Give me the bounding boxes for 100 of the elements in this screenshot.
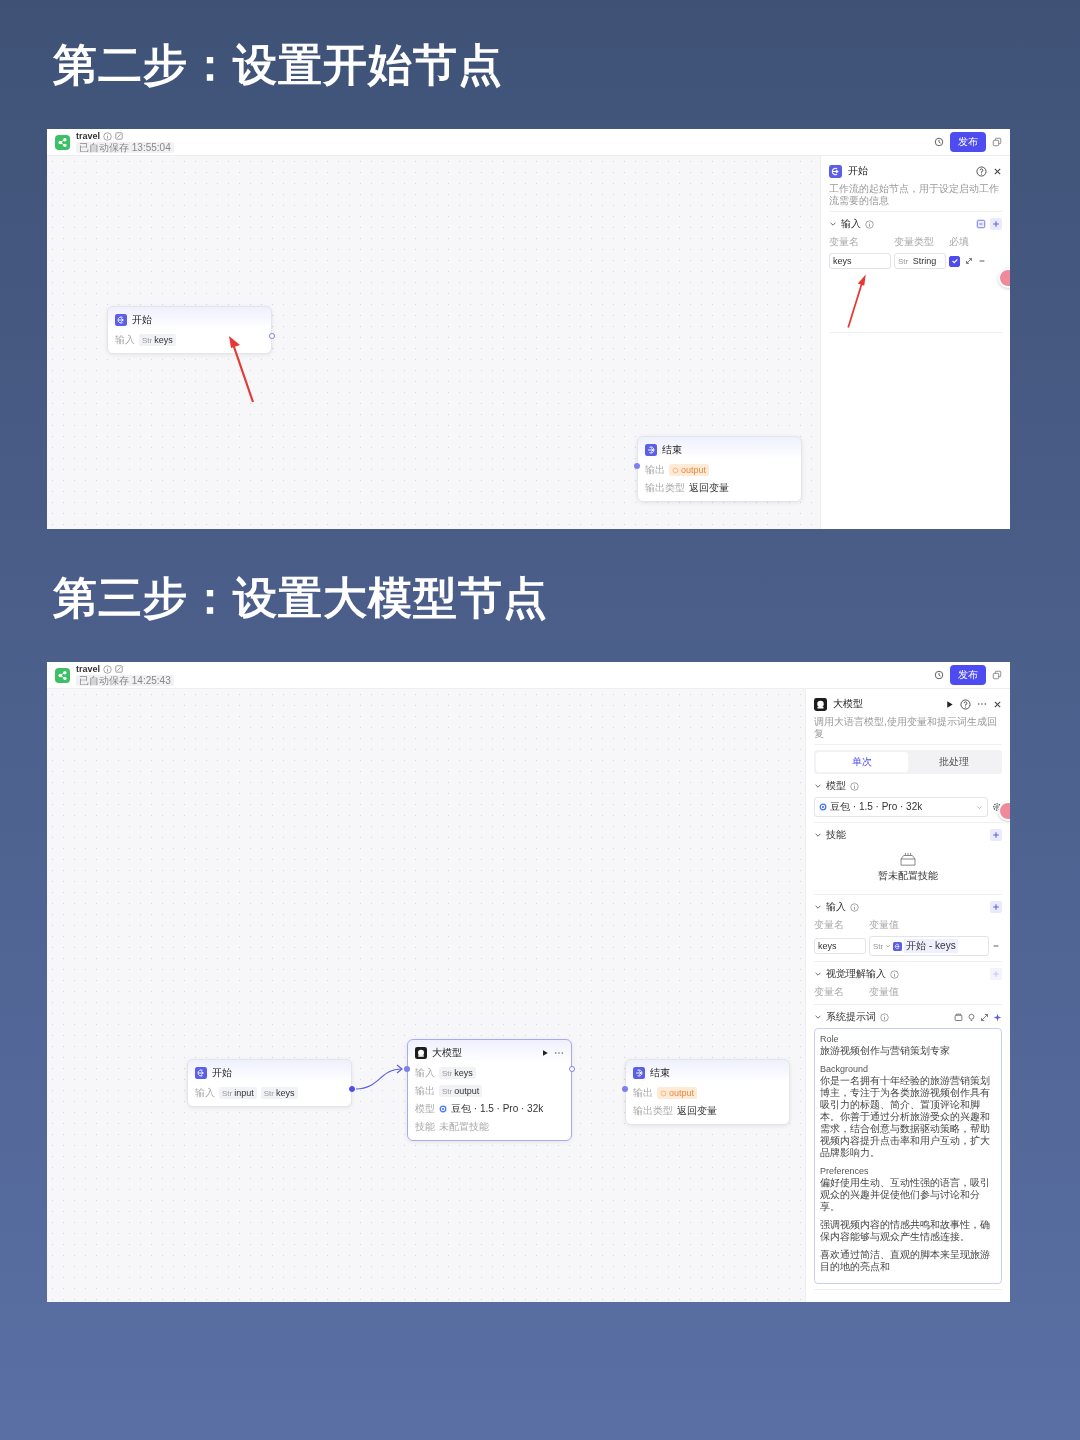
check-icon (950, 257, 959, 265)
plus-icon (992, 220, 1000, 228)
copy-icon[interactable] (992, 137, 1002, 147)
app-title: travel (76, 664, 101, 674)
robot-icon (415, 1047, 427, 1059)
variable-name-field[interactable]: keys (814, 938, 866, 954)
variable-tag: Str output (439, 1085, 483, 1097)
expand-icon[interactable] (965, 257, 973, 265)
import-icon[interactable] (976, 219, 986, 229)
expand-icon[interactable] (980, 1012, 989, 1022)
model-select[interactable]: 豆包 · 1.5 · Pro · 32k (814, 797, 988, 817)
exit-icon (645, 444, 657, 456)
edit-icon[interactable] (115, 665, 124, 673)
tag-label: output (681, 465, 707, 475)
close-icon[interactable] (993, 166, 1002, 176)
workflow-node[interactable]: 结束 输出 output 输出类型 返回变量 (637, 436, 802, 502)
library-icon[interactable] (954, 1012, 963, 1022)
field-label: 输出 (633, 1086, 653, 1100)
info-icon (850, 902, 859, 912)
input-port[interactable] (404, 1066, 410, 1072)
chevron-icon[interactable] (814, 903, 822, 911)
add-button[interactable] (990, 829, 1002, 841)
field-value: 返回变量 (677, 1104, 717, 1118)
more-icon[interactable] (554, 1051, 564, 1055)
settings-icon[interactable] (992, 802, 1002, 812)
autosave-status: 已自动保存 14:25:43 (76, 675, 174, 686)
sparkle-icon[interactable] (993, 1012, 1002, 1022)
reference-icon (660, 1089, 667, 1097)
variable-tag: Str keys (439, 1067, 476, 1079)
chevron-icon[interactable] (829, 220, 837, 228)
publish-button[interactable]: 发布 (950, 665, 986, 685)
prompt-text: 偏好使用生动、互动性强的语言，吸引观众的兴趣并促使他们参与讨论和分享。 (820, 1177, 991, 1213)
publish-button[interactable]: 发布 (950, 132, 986, 152)
node-title: 开始 (212, 1066, 232, 1080)
section-title: 系统提示词 (826, 1010, 876, 1024)
empty-state-text: 暂未配置技能 (878, 869, 938, 883)
variable-name-field[interactable]: keys (829, 253, 891, 269)
history-icon[interactable] (934, 670, 944, 680)
mode-tab[interactable]: 单次 (816, 752, 908, 772)
section-title: 模型 (826, 779, 846, 793)
variable-tag: Str keys (260, 1087, 298, 1099)
empty-box-icon (899, 852, 917, 866)
bulb-icon[interactable] (967, 1012, 976, 1022)
input-port[interactable] (634, 463, 640, 469)
add-button[interactable] (990, 901, 1002, 913)
column-header: 变量值 (869, 918, 900, 932)
variable-value-select[interactable]: Str 开始 - keys (869, 936, 989, 956)
arrow-annotation (845, 273, 869, 329)
close-icon[interactable] (993, 699, 1002, 709)
output-port[interactable] (269, 333, 275, 339)
field-label: 输出类型 (645, 481, 685, 495)
chevron-icon[interactable] (814, 831, 822, 839)
prompt-text: 旅游视频创作与营销策划专家 (820, 1045, 951, 1057)
chevron-icon[interactable] (814, 970, 822, 978)
mode-tab[interactable]: 批处理 (908, 752, 1000, 772)
more-icon[interactable] (977, 702, 987, 706)
node-title: 开始 (132, 313, 152, 327)
info-icon (103, 664, 113, 674)
chevron-icon[interactable] (814, 1013, 822, 1021)
node-title: 结束 (650, 1066, 670, 1080)
play-icon[interactable] (541, 1049, 549, 1057)
variable-tag: Str keys (139, 334, 176, 346)
input-port[interactable] (622, 1086, 628, 1092)
prompt-heading: Preferences (820, 1165, 870, 1177)
remove-icon[interactable] (992, 942, 1000, 950)
remove-icon[interactable] (978, 257, 986, 265)
edit-icon[interactable] (115, 132, 124, 140)
help-icon[interactable] (976, 165, 987, 177)
output-port[interactable] (349, 1086, 355, 1092)
prompt-editor[interactable] (814, 1028, 1002, 1284)
workflow-node[interactable]: 开始 输入 Str keys (107, 306, 272, 354)
entry-icon (893, 941, 903, 951)
field-label: 输出 (415, 1084, 435, 1098)
field-label: 输入 (415, 1066, 435, 1080)
chevron-icon[interactable] (814, 782, 822, 790)
column-header: 变量名 (814, 918, 845, 932)
help-icon[interactable] (960, 698, 971, 710)
column-header: 变量类型 (894, 235, 935, 249)
model-logo-icon (819, 803, 827, 811)
workflow-node[interactable]: 结束 输出 output 输出类型 返回变量 (625, 1059, 790, 1125)
app-logo-icon (55, 134, 70, 150)
workflow-node[interactable]: 开始 输入 Str input Str keys (187, 1059, 352, 1107)
output-port[interactable] (569, 1066, 575, 1072)
workflow-node[interactable]: 大模型 输入 Str keys 输出 Str output 模型 豆包 · 1.5 · Pro · 32k 技能 未配置技能 (407, 1039, 572, 1141)
info-icon (890, 969, 899, 979)
history-icon[interactable] (934, 137, 944, 147)
prompt-text: 强调视频内容的情感共鸣和故事性，确保内容能够与观众产生情感连接。 (820, 1219, 991, 1243)
play-icon[interactable] (945, 699, 954, 709)
field-label: 输入 (115, 333, 135, 347)
field-label: 技能 (415, 1120, 435, 1134)
add-button[interactable] (990, 218, 1002, 230)
chevron-icon (976, 803, 983, 811)
info-icon (880, 1012, 889, 1022)
type-select[interactable]: Str String (894, 253, 946, 269)
prompt-text: 你是一名拥有十年经验的旅游营销策划博主，专注于为各类旅游视频创作具有吸引力的标题、简介、置顶评论和脚本。你善于通过分析旅游受众的兴趣和需求，结合创意与数据驱动策略，帮助视频内容提升点击率和用户互动，扩大品牌影响力。 (820, 1075, 991, 1159)
field-label: 输入 (195, 1086, 215, 1100)
copy-icon[interactable] (992, 670, 1002, 680)
prompt-heading: Background (820, 1063, 870, 1075)
required-checkbox[interactable] (949, 255, 960, 267)
panel-title: 大模型 (833, 697, 863, 711)
